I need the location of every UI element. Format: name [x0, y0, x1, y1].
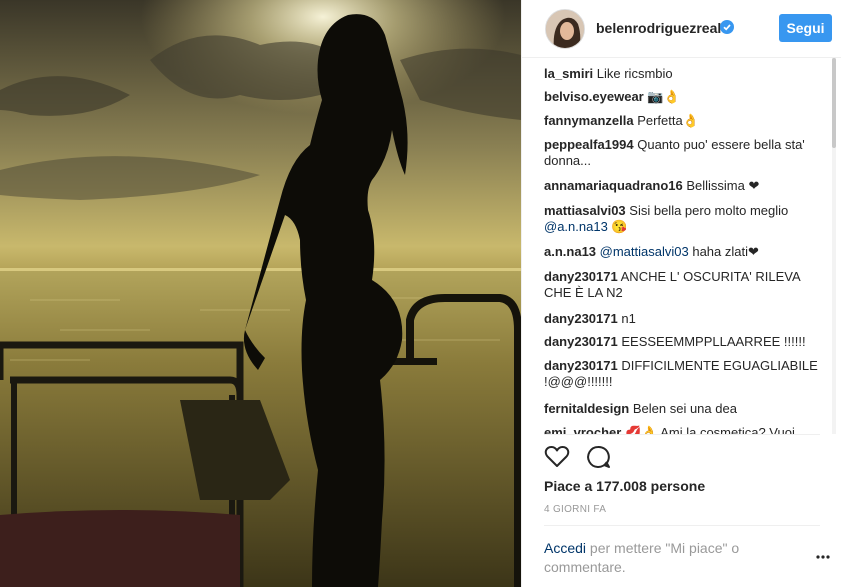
comment-text-after: 😘: [607, 219, 628, 234]
sunset-silhouette-image: [0, 0, 521, 587]
comment-text: Like ricsmbio: [593, 66, 673, 81]
comment-item: a.n.na13 @mattiasalvi03 haha zlati❤: [544, 244, 824, 260]
comment-item: fernitaldesign Belen sei una dea: [544, 401, 824, 417]
login-divider: [544, 525, 820, 526]
comment-username[interactable]: a.n.na13: [544, 244, 596, 259]
comment-item: belviso.eyewear 📷👌: [544, 89, 824, 105]
speech-bubble-icon[interactable]: [585, 444, 611, 470]
verified-badge-icon: [720, 20, 734, 34]
comment-text-after: haha zlati❤: [688, 244, 759, 259]
comment-mention[interactable]: @mattiasalvi03: [600, 244, 689, 259]
login-prompt: Accedi per mettere "Mi piace" o commenta…: [544, 539, 784, 577]
comment-text: n1: [617, 311, 636, 326]
comment-text: 📷👌: [643, 89, 680, 104]
comment-mention[interactable]: @a.n.na13: [544, 219, 608, 234]
username[interactable]: belenrodriguezreal: [596, 20, 721, 36]
comment-username[interactable]: mattiasalvi03: [544, 203, 626, 218]
comment-item: emi_vrocher 💋👌 Ami la cosmetica? Vuoi: [544, 425, 824, 434]
avatar[interactable]: [545, 9, 585, 49]
comment-text: Perfetta👌: [633, 113, 699, 128]
comment-item: fannymanzella Perfetta👌: [544, 113, 824, 129]
comment-username[interactable]: annamariaquadrano16: [544, 178, 683, 193]
comment-username[interactable]: peppealfa1994: [544, 137, 634, 152]
comment-username[interactable]: dany230171: [544, 311, 618, 326]
comment-text: Bellissima ❤: [682, 178, 760, 193]
actions-divider: [544, 434, 820, 435]
comment-item: dany230171 DIFFICILMENTE EGUAGLIABILE !@…: [544, 358, 824, 390]
avatar-image: [546, 10, 584, 48]
comment-username[interactable]: dany230171: [544, 358, 618, 373]
comment-scrollbar[interactable]: [832, 58, 836, 434]
comment-text: 💋👌 Ami la cosmetica? Vuoi: [621, 425, 795, 434]
post-timestamp[interactable]: 4 GIORNI FA: [544, 504, 606, 515]
comment-username[interactable]: fernitaldesign: [544, 401, 629, 416]
heart-outline-icon[interactable]: [544, 444, 570, 470]
comment-username[interactable]: belviso.eyewear: [544, 89, 644, 104]
follow-button[interactable]: Segui: [779, 14, 832, 42]
comment-username[interactable]: la_smiri: [544, 66, 593, 81]
login-link[interactable]: Accedi: [544, 540, 586, 556]
comment-text: Sisi bella pero molto meglio: [625, 203, 789, 218]
comment-username[interactable]: dany230171: [544, 269, 618, 284]
likes-count[interactable]: Piace a 177.008 persone: [544, 478, 705, 494]
comment-item: mattiasalvi03 Sisi bella pero molto megl…: [544, 203, 824, 235]
comment-username[interactable]: dany230171: [544, 334, 618, 349]
comment-text: Belen sei una dea: [629, 401, 737, 416]
comment-item: dany230171 ANCHE L' OSCURITA' RILEVA CHE…: [544, 269, 824, 301]
post-sidebar: belenrodriguezreal Segui la_smiri Like r…: [521, 0, 841, 587]
comment-item: dany230171 n1: [544, 311, 824, 327]
comment-username[interactable]: fannymanzella: [544, 113, 634, 128]
comment-item: dany230171 EESSEEMMPPLLAARREE !!!!!!: [544, 334, 824, 350]
comment-item: annamariaquadrano16 Bellissima ❤: [544, 178, 824, 194]
post-photo[interactable]: [0, 0, 521, 587]
more-options-icon[interactable]: [816, 554, 830, 560]
post-header: belenrodriguezreal Segui: [522, 0, 841, 58]
comment-list[interactable]: la_smiri Like ricsmbio belviso.eyewear 📷…: [522, 58, 829, 434]
comment-username[interactable]: emi_vrocher: [544, 425, 621, 434]
comment-item: la_smiri Like ricsmbio: [544, 66, 824, 82]
comment-text: EESSEEMMPPLLAARREE !!!!!!: [617, 334, 806, 349]
comment-item: peppealfa1994 Quanto puo' essere bella s…: [544, 137, 824, 169]
